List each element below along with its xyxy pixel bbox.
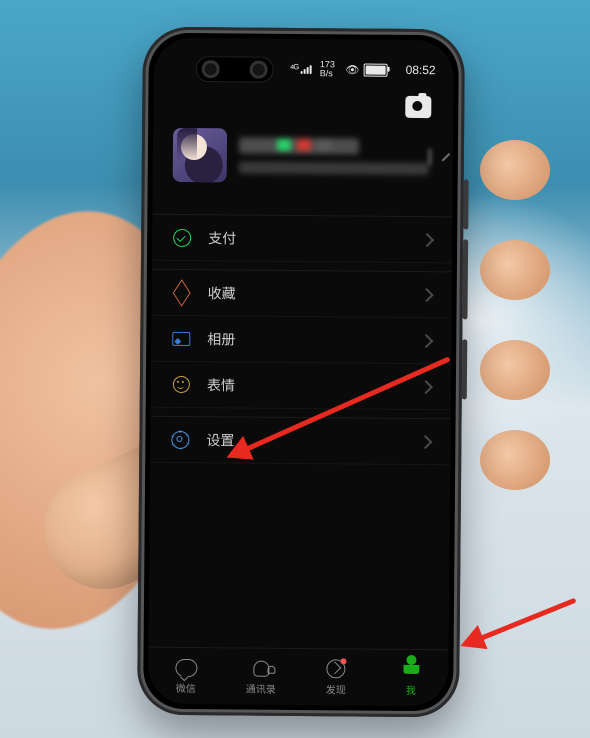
status-bar: ⁴ᴳ 173B/s 👁 92 08:52 bbox=[154, 54, 454, 85]
avatar bbox=[173, 128, 227, 182]
tab-label: 通讯录 bbox=[246, 680, 276, 695]
chevron-right-icon bbox=[419, 334, 433, 348]
profile-info bbox=[239, 137, 429, 175]
tab-contacts[interactable]: 通讯录 bbox=[223, 648, 298, 705]
volume-down-button bbox=[462, 239, 468, 319]
album-icon bbox=[171, 328, 191, 348]
pay-icon bbox=[172, 227, 192, 247]
tab-label: 我 bbox=[406, 681, 416, 696]
chevron-right-icon bbox=[442, 153, 451, 161]
emoji-icon bbox=[171, 374, 191, 394]
tab-chats[interactable]: 微信 bbox=[148, 648, 223, 705]
menu-item-pay[interactable]: 支付 bbox=[152, 215, 452, 264]
profile-nickname-blurred bbox=[239, 137, 359, 154]
network-type: ⁴ᴳ bbox=[290, 63, 298, 75]
qr-code-icon bbox=[429, 149, 431, 165]
tab-label: 发现 bbox=[326, 681, 346, 696]
badge-dot bbox=[340, 658, 346, 664]
favorites-icon bbox=[172, 282, 192, 302]
profile-card[interactable] bbox=[173, 122, 434, 190]
compass-icon bbox=[326, 659, 345, 679]
eye-comfort-icon: 👁 bbox=[345, 63, 359, 76]
contacts-icon bbox=[253, 658, 269, 678]
profile-id-blurred bbox=[239, 161, 429, 175]
chevron-right-icon bbox=[419, 380, 433, 394]
menu-item-favorites[interactable]: 收藏 bbox=[151, 270, 451, 319]
camera-button[interactable] bbox=[405, 96, 431, 118]
settings-menu: 支付 收藏 相册 表情 bbox=[150, 214, 452, 466]
power-button bbox=[462, 339, 468, 399]
menu-item-stickers[interactable]: 表情 bbox=[151, 362, 451, 411]
chat-icon bbox=[175, 657, 197, 677]
battery-icon bbox=[363, 63, 387, 76]
network-speed: 173B/s bbox=[320, 60, 335, 78]
menu-item-album[interactable]: 相册 bbox=[151, 316, 451, 365]
tab-discover[interactable]: 发现 bbox=[298, 649, 373, 706]
screen: ⁴ᴳ 173B/s 👁 92 08:52 bbox=[148, 38, 454, 707]
tab-label: 微信 bbox=[176, 679, 196, 694]
clock: 08:52 bbox=[406, 63, 436, 77]
menu-label: 支付 bbox=[208, 228, 422, 250]
camera-icon bbox=[405, 96, 431, 118]
volume-up-button bbox=[463, 179, 468, 229]
menu-label: 相册 bbox=[207, 329, 421, 351]
gear-icon bbox=[170, 429, 190, 449]
person-icon bbox=[403, 659, 419, 679]
tab-me[interactable]: 我 bbox=[373, 650, 448, 707]
tab-bar: 微信 通讯录 发现 我 bbox=[148, 647, 448, 707]
signal-bars-icon bbox=[300, 64, 312, 74]
menu-label: 收藏 bbox=[208, 283, 422, 305]
